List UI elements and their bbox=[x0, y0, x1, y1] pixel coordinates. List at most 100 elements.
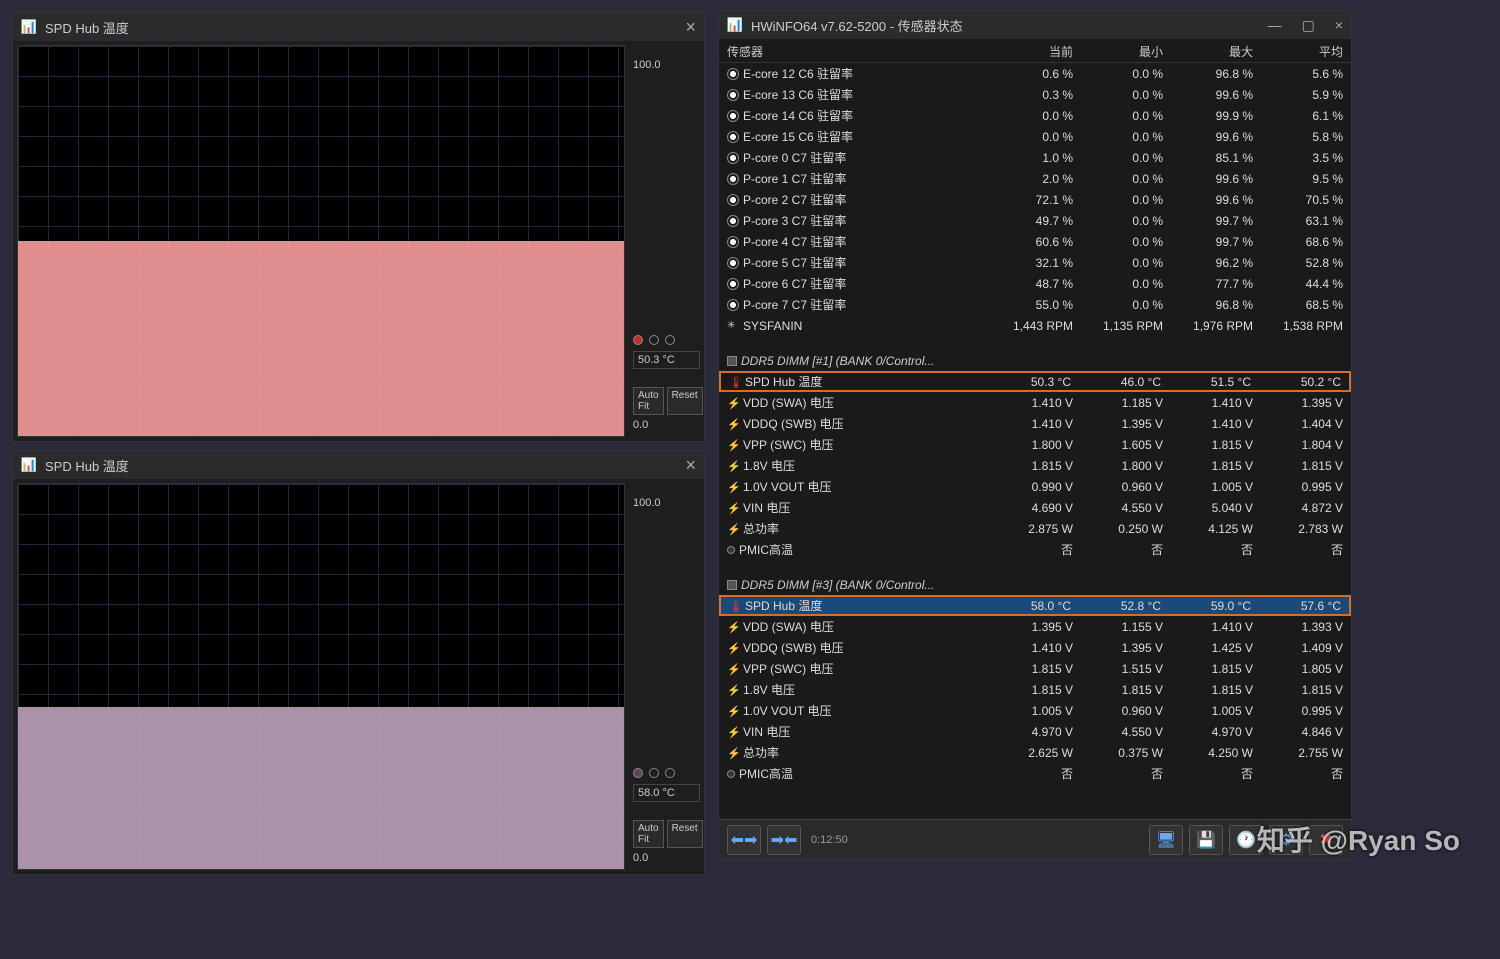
close-icon[interactable]: × bbox=[685, 17, 696, 38]
sensor-row[interactable]: ⚡VDD (SWA) 电压1.395 V1.155 V1.410 V1.393 … bbox=[719, 616, 1351, 637]
header-sensor[interactable]: 传感器 bbox=[719, 39, 991, 62]
sensor-row[interactable]: P-core 6 C7 驻留率48.7 %0.0 %77.7 %44.4 % bbox=[719, 273, 1351, 294]
sensor-row[interactable]: PMIC高温否否否否 bbox=[719, 763, 1351, 784]
save-button[interactable]: 💾 bbox=[1189, 825, 1223, 855]
sensor-row[interactable]: ⚡VPP (SWC) 电压1.800 V1.605 V1.815 V1.804 … bbox=[719, 434, 1351, 455]
sensor-row[interactable]: 🌡SPD Hub 温度58.0 °C52.8 °C59.0 °C57.6 °C bbox=[719, 595, 1351, 616]
graph-plot[interactable] bbox=[17, 45, 625, 437]
sensor-name: ⚡1.8V 电压 bbox=[719, 681, 991, 698]
sensor-row[interactable]: E-core 13 C6 驻留率0.3 %0.0 %99.6 %5.9 % bbox=[719, 84, 1351, 105]
maximize-icon[interactable]: ▢ bbox=[1302, 17, 1315, 34]
sensor-cur: 1.815 V bbox=[991, 459, 1081, 473]
sensor-row[interactable]: 🌡SPD Hub 温度50.3 °C46.0 °C51.5 °C50.2 °C bbox=[719, 371, 1351, 392]
reset-button[interactable]: Reset bbox=[667, 387, 703, 415]
sensor-row[interactable]: ⚡VDD (SWA) 电压1.410 V1.185 V1.410 V1.395 … bbox=[719, 392, 1351, 413]
titlebar[interactable]: 📊 SPD Hub 温度 × bbox=[13, 451, 704, 479]
expand-tree-button[interactable]: ⬅➡ bbox=[727, 825, 761, 855]
sensor-name: E-core 12 C6 驻留率 bbox=[719, 65, 991, 82]
reset-button[interactable]: Reset bbox=[667, 820, 703, 848]
sensor-max: 1.815 V bbox=[1171, 662, 1261, 676]
minimize-icon[interactable]: — bbox=[1268, 17, 1282, 34]
header-min[interactable]: 最小 bbox=[1081, 39, 1171, 62]
sensor-cur: 32.1 % bbox=[991, 256, 1081, 270]
header-avg[interactable]: 平均 bbox=[1261, 39, 1351, 62]
monitor-button[interactable]: 🖥 bbox=[1149, 825, 1183, 855]
sensor-max: 96.8 % bbox=[1171, 298, 1261, 312]
sensor-avg: 1.393 V bbox=[1261, 620, 1351, 634]
sensor-max: 77.7 % bbox=[1171, 277, 1261, 291]
sensor-row[interactable]: DDR5 DIMM [#3] (BANK 0/Control... bbox=[719, 574, 1351, 595]
titlebar[interactable]: 📊 HWiNFO64 v7.62-5200 - 传感器状态 — ▢ × bbox=[719, 11, 1351, 39]
legend-dot[interactable] bbox=[649, 335, 659, 345]
sensor-avg: 否 bbox=[1261, 541, 1351, 558]
sensor-min: 1.800 V bbox=[1081, 459, 1171, 473]
sensor-row[interactable]: P-core 3 C7 驻留率49.7 %0.0 %99.7 %63.1 % bbox=[719, 210, 1351, 231]
sensor-row[interactable]: E-core 14 C6 驻留率0.0 %0.0 %99.9 %6.1 % bbox=[719, 105, 1351, 126]
clock-button[interactable]: 🕐 bbox=[1229, 825, 1263, 855]
sensor-row[interactable]: ⚡VIN 电压4.970 V4.550 V4.970 V4.846 V bbox=[719, 721, 1351, 742]
graph-plot[interactable] bbox=[17, 483, 625, 870]
sensor-max: 1.005 V bbox=[1171, 704, 1261, 718]
sensor-avg: 1.815 V bbox=[1261, 459, 1351, 473]
sensor-row[interactable]: ⚡总功率2.875 W0.250 W4.125 W2.783 W bbox=[719, 518, 1351, 539]
sensor-name: ⚡总功率 bbox=[719, 744, 991, 761]
sensor-max: 99.7 % bbox=[1171, 235, 1261, 249]
sensor-cur: 否 bbox=[991, 541, 1081, 558]
auto-fit-button[interactable]: Auto Fit bbox=[633, 387, 664, 415]
sensor-row[interactable]: ✳SYSFANIN1,443 RPM1,135 RPM1,976 RPM1,53… bbox=[719, 315, 1351, 336]
sensor-name: E-core 13 C6 驻留率 bbox=[719, 86, 991, 103]
sensor-min: 0.0 % bbox=[1081, 109, 1171, 123]
sensor-row[interactable]: P-core 1 C7 驻留率2.0 %0.0 %99.6 %9.5 % bbox=[719, 168, 1351, 189]
sensor-row[interactable]: P-core 0 C7 驻留率1.0 %0.0 %85.1 %3.5 % bbox=[719, 147, 1351, 168]
collapse-tree-button[interactable]: ➡⬅ bbox=[767, 825, 801, 855]
sensor-max: 99.7 % bbox=[1171, 214, 1261, 228]
header-current[interactable]: 当前 bbox=[991, 39, 1081, 62]
sensor-min: 1.815 V bbox=[1081, 683, 1171, 697]
sensor-row[interactable]: P-core 5 C7 驻留率32.1 %0.0 %96.2 %52.8 % bbox=[719, 252, 1351, 273]
sensor-row[interactable]: PMIC高温否否否否 bbox=[719, 539, 1351, 560]
toolbar: ⬅➡ ➡⬅ 0:12:50 🖥 💾 🕐 ⚙ ✖ bbox=[719, 819, 1351, 859]
sensor-row[interactable]: DDR5 DIMM [#1] (BANK 0/Control... bbox=[719, 350, 1351, 371]
sensor-table[interactable]: E-core 12 C6 驻留率0.6 %0.0 %96.8 %5.6 %E-c… bbox=[719, 63, 1351, 819]
header-max[interactable]: 最大 bbox=[1171, 39, 1261, 62]
sensor-row[interactable]: ⚡1.8V 电压1.815 V1.800 V1.815 V1.815 V bbox=[719, 455, 1351, 476]
close-icon[interactable]: × bbox=[685, 455, 696, 476]
legend-dot-purple[interactable] bbox=[633, 768, 643, 778]
sensor-min: 1.155 V bbox=[1081, 620, 1171, 634]
sensor-row[interactable]: ⚡总功率2.625 W0.375 W4.250 W2.755 W bbox=[719, 742, 1351, 763]
sensor-row[interactable]: ⚡1.0V VOUT 电压1.005 V0.960 V1.005 V0.995 … bbox=[719, 700, 1351, 721]
legend-dot[interactable] bbox=[665, 768, 675, 778]
sensor-row[interactable]: P-core 2 C7 驻留率72.1 %0.0 %99.6 %70.5 % bbox=[719, 189, 1351, 210]
sensor-row[interactable]: ⚡1.8V 电压1.815 V1.815 V1.815 V1.815 V bbox=[719, 679, 1351, 700]
sensor-name: ✳SYSFANIN bbox=[719, 319, 991, 333]
sensor-row[interactable]: E-core 12 C6 驻留率0.6 %0.0 %96.8 %5.6 % bbox=[719, 63, 1351, 84]
sensor-row[interactable]: E-core 15 C6 驻留率0.0 %0.0 %99.6 %5.8 % bbox=[719, 126, 1351, 147]
scale-min: 0.0 bbox=[633, 419, 700, 431]
sensor-avg: 3.5 % bbox=[1261, 151, 1351, 165]
sensor-cur: 2.0 % bbox=[991, 172, 1081, 186]
close-icon[interactable]: × bbox=[1335, 17, 1343, 34]
sensor-min: 0.0 % bbox=[1081, 298, 1171, 312]
titlebar[interactable]: 📊 SPD Hub 温度 × bbox=[13, 13, 704, 41]
sensor-max: 1.425 V bbox=[1171, 641, 1261, 655]
sensor-min: 0.250 W bbox=[1081, 522, 1171, 536]
current-value: 58.0 °C bbox=[633, 784, 700, 802]
sensor-row[interactable]: P-core 7 C7 驻留率55.0 %0.0 %96.8 %68.5 % bbox=[719, 294, 1351, 315]
sensor-row[interactable]: ⚡VPP (SWC) 电压1.815 V1.515 V1.815 V1.805 … bbox=[719, 658, 1351, 679]
sensor-row[interactable]: ⚡VIN 电压4.690 V4.550 V5.040 V4.872 V bbox=[719, 497, 1351, 518]
sensor-name: ⚡VDDQ (SWB) 电压 bbox=[719, 639, 991, 656]
sensor-avg: 4.846 V bbox=[1261, 725, 1351, 739]
sensor-min: 0.0 % bbox=[1081, 277, 1171, 291]
legend-dot-red[interactable] bbox=[633, 335, 643, 345]
sensor-row[interactable]: ⚡1.0V VOUT 电压0.990 V0.960 V1.005 V0.995 … bbox=[719, 476, 1351, 497]
sensor-name: PMIC高温 bbox=[719, 765, 991, 782]
auto-fit-button[interactable]: Auto Fit bbox=[633, 820, 664, 848]
legend-dot[interactable] bbox=[649, 768, 659, 778]
sensor-row[interactable]: ⚡VDDQ (SWB) 电压1.410 V1.395 V1.410 V1.404… bbox=[719, 413, 1351, 434]
legend-dot[interactable] bbox=[665, 335, 675, 345]
close-button[interactable]: ✖ bbox=[1309, 825, 1343, 855]
sensor-row[interactable]: P-core 4 C7 驻留率60.6 %0.0 %99.7 %68.6 % bbox=[719, 231, 1351, 252]
scale-min: 0.0 bbox=[633, 852, 700, 864]
sensor-row[interactable]: ⚡VDDQ (SWB) 电压1.410 V1.395 V1.425 V1.409… bbox=[719, 637, 1351, 658]
settings-button[interactable]: ⚙ bbox=[1269, 825, 1303, 855]
